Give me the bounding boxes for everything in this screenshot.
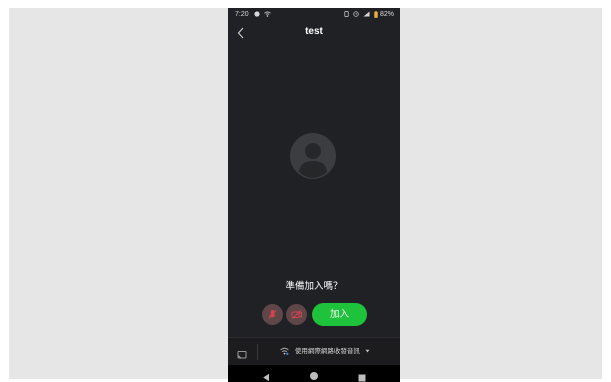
- person-silhouette-icon: [290, 133, 336, 179]
- alarm-icon: [353, 11, 359, 17]
- caret-down-icon: [365, 350, 370, 353]
- header: test: [228, 23, 400, 45]
- battery-level: 82%: [379, 11, 394, 18]
- recent-square-icon: [358, 374, 366, 382]
- meeting-title: test: [305, 26, 323, 37]
- vibrate-icon: [344, 11, 349, 18]
- nav-recent-button[interactable]: [358, 369, 366, 382]
- join-button[interactable]: 加入: [312, 303, 367, 326]
- notification-icon: [254, 11, 260, 17]
- avatar: [290, 131, 336, 181]
- ready-to-join-prompt: 準備加入嗎？: [285, 281, 343, 292]
- status-bar: 7:20 82%: [228, 8, 400, 22]
- cast-icon: [237, 351, 247, 359]
- status-time: 7:20: [235, 11, 249, 18]
- nav-back-button[interactable]: [262, 369, 270, 382]
- phone-screen: 7:20 82% test 準備加入嗎？ 加入 使用網際網路收發音訊: [228, 8, 400, 382]
- back-triangle-icon: [263, 373, 269, 382]
- microphone-toggle-button[interactable]: [262, 304, 283, 325]
- wifi-icon: [280, 348, 289, 356]
- wifi-icon: [264, 11, 271, 17]
- home-circle-icon: [310, 372, 318, 380]
- nav-home-button[interactable]: [309, 368, 319, 382]
- bottom-divider: [257, 344, 258, 360]
- battery-icon: [374, 10, 378, 18]
- bottom-bar: 使用網際網路收發音訊: [228, 337, 400, 366]
- signal-icon: [363, 11, 370, 17]
- audio-option-selector[interactable]: 使用網際網路收發音訊: [280, 346, 370, 358]
- camera-off-icon: [291, 310, 302, 319]
- navigation-bar: [228, 365, 400, 382]
- camera-toggle-button[interactable]: [286, 304, 307, 325]
- cast-button[interactable]: [237, 347, 247, 359]
- audio-option-label: 使用網際網路收發音訊: [294, 348, 360, 355]
- microphone-off-icon: [268, 310, 277, 319]
